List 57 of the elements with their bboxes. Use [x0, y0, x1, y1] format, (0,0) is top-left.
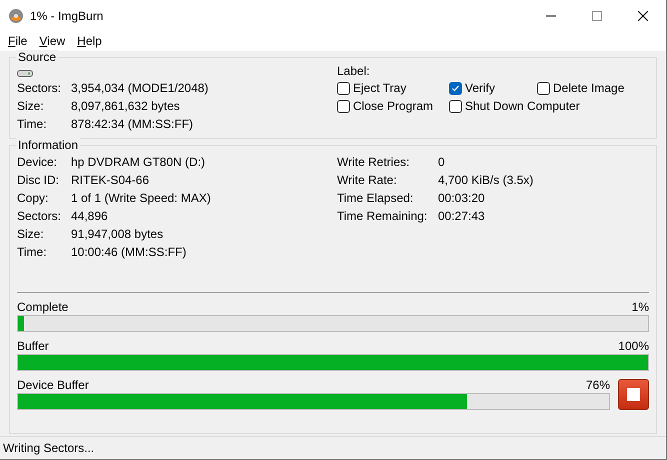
field-label: Time Elapsed: — [337, 190, 414, 206]
window-title: 1% - ImgBurn — [30, 8, 104, 22]
field-label: Time: — [17, 116, 48, 132]
field-value: 1 of 1 (Write Speed: MAX) — [71, 190, 211, 206]
menu-item[interactable]: View — [33, 34, 72, 48]
field-value: 4,700 KiB/s (3.5x) — [438, 172, 534, 188]
app-icon — [8, 8, 24, 24]
maximize-icon — [592, 10, 602, 20]
field-label: Write Rate: — [337, 172, 398, 188]
drive-icon — [17, 69, 33, 78]
field-label: Time: — [17, 244, 48, 260]
field-label: Size: — [17, 98, 45, 114]
checkbox-option[interactable]: Verify — [449, 80, 537, 96]
field-value: 0 — [438, 154, 446, 170]
checkbox[interactable] — [449, 82, 462, 94]
progress-reading: 100% — [618, 338, 649, 354]
checkbox[interactable] — [537, 82, 550, 94]
field-value: 8,097,861,632 bytes — [71, 98, 181, 114]
progress-label: Complete — [17, 299, 68, 315]
field-value: hp DVDRAM GT80N (D:) — [71, 154, 206, 170]
stop-button[interactable] — [618, 379, 649, 410]
field-label: Copy: — [17, 190, 50, 206]
field-value: 91,947,008 bytes — [71, 226, 164, 242]
field-value: RITEK-S04-66 — [71, 172, 150, 188]
checkbox-option[interactable]: Delete Image — [537, 80, 649, 96]
field-value: 10:00:46 (MM:SS:FF) — [71, 244, 188, 260]
progress-label: Buffer — [17, 338, 49, 354]
field-value: 00:03:20 — [438, 190, 486, 206]
field-value: 00:27:43 — [438, 208, 486, 224]
field-label: Sectors: — [17, 208, 62, 224]
field-label: Disc ID: — [17, 172, 60, 188]
field-value: 3,954,034 (MODE1/2048) — [71, 80, 208, 96]
field-label: Device: — [17, 154, 58, 170]
progress-reading: 76% — [586, 377, 610, 393]
checkbox[interactable] — [337, 82, 350, 94]
group-title: Source — [16, 50, 58, 64]
menu-item[interactable]: Help — [71, 34, 108, 48]
progress-label: Device Buffer — [17, 377, 89, 393]
checkbox-option[interactable]: Close Program — [337, 98, 449, 114]
field-value: 878:42:34 (MM:SS:FF) — [71, 116, 194, 132]
field-label: Time Remaining: — [337, 208, 428, 224]
field-label: Size: — [17, 226, 45, 242]
checkbox-option[interactable]: Shut Down Computer — [449, 98, 649, 114]
progress-reading: 1% — [632, 299, 649, 315]
checkbox-option[interactable]: Eject Tray — [337, 80, 449, 96]
field-label: Sectors: — [17, 80, 62, 96]
checkbox[interactable] — [337, 100, 350, 112]
check-icon — [451, 84, 460, 92]
menu-item[interactable]: File — [2, 34, 34, 48]
group-title: Information — [16, 138, 80, 152]
stop-icon — [627, 388, 640, 401]
checkbox[interactable] — [449, 100, 462, 112]
close-icon — [638, 10, 648, 20]
field-label: Write Retries: — [337, 154, 410, 170]
field-label: Label: — [337, 64, 370, 78]
field-value: 44,896 — [71, 208, 109, 224]
status-text: Writing Sectors... — [3, 441, 94, 455]
